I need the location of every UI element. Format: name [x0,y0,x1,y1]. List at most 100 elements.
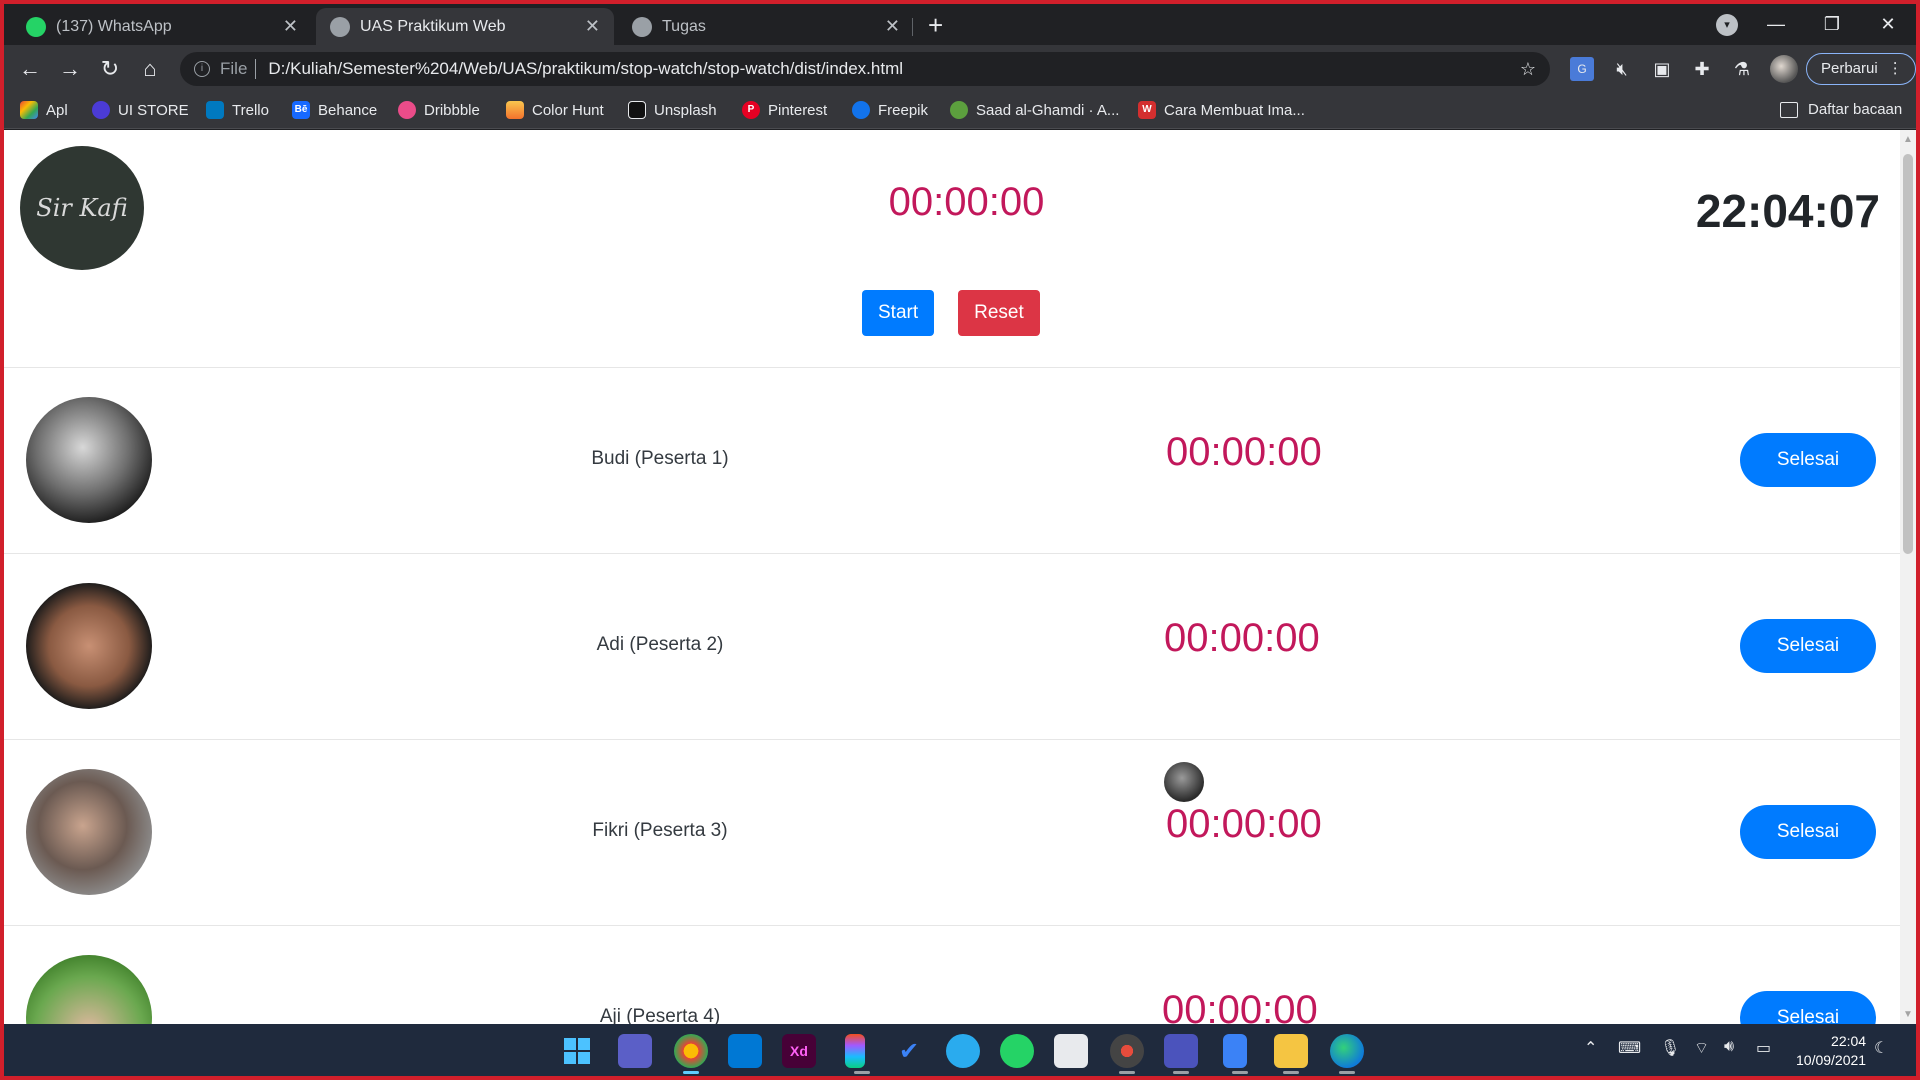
reset-button[interactable]: Reset [958,290,1040,336]
participant-name: Adi (Peserta 2) [596,634,724,655]
start-button[interactable]: Start [862,290,935,336]
close-window-icon[interactable]: ✕ [1860,14,1916,35]
bookmark-label: Color Hunt [532,101,604,119]
globe-icon [330,16,350,37]
back-icon[interactable]: ← [14,53,46,85]
bookmark-freepik[interactable]: Freepik [852,101,928,119]
mute-icon[interactable]: 🔇︎ [1610,57,1634,81]
keyboard-icon[interactable]: ⌨ [1618,1038,1641,1058]
telegram-icon[interactable] [946,1034,980,1068]
start-menu-icon[interactable] [560,1034,594,1068]
bookmark-cara-membuat[interactable]: W Cara Membuat Ima... [1138,101,1305,119]
translate-icon[interactable]: G [1570,57,1594,81]
selesai-button[interactable]: Selesai [1740,619,1876,673]
reading-list-label: Daftar bacaan [1808,101,1903,118]
media-player-icon[interactable] [1110,1034,1144,1074]
bookmark-star-icon[interactable]: ☆ [1520,59,1536,80]
bookmark-saad-al-ghamdi[interactable]: Saad al-Ghamdi · A... [950,101,1119,119]
bookmark-unsplash[interactable]: Unsplash [628,101,717,119]
tab-search-icon[interactable]: ▾ [1716,14,1738,36]
battery-icon[interactable]: ▭ [1756,1038,1771,1058]
tab-whatsapp[interactable]: (137) WhatsApp ✕ [12,8,312,45]
teams-chat-icon[interactable] [618,1034,652,1068]
address-bar[interactable]: i File D:/Kuliah/Semester%204/Web/UAS/pr… [180,52,1550,86]
selesai-button[interactable]: Selesai [1740,991,1876,1024]
whatsapp-icon[interactable] [1000,1034,1034,1068]
minimize-icon[interactable]: — [1748,14,1804,35]
tab-uas-praktikum-web[interactable]: UAS Praktikum Web ✕ [316,8,614,45]
new-tab-button[interactable]: + [928,10,943,40]
chrome-icon[interactable] [674,1034,708,1074]
main-timer-row: 00:00:00 [4,180,1900,225]
url-scheme: File [220,59,248,78]
reading-list-button[interactable]: Daftar bacaan [1780,101,1902,118]
tab-separator [912,18,913,36]
forward-icon[interactable]: → [54,53,86,85]
scrollbar-thumb[interactable] [1903,154,1913,554]
update-button[interactable]: Perbarui ⋮ [1806,53,1916,85]
avatar [26,769,152,895]
running-indicator [1173,1071,1189,1074]
running-indicator [1119,1071,1135,1074]
apps-grid-icon [20,101,38,119]
dribbble-icon [398,101,416,119]
selesai-button[interactable]: Selesai [1740,433,1876,487]
participant-row: Aji (Peserta 4) 00:00:00 Selesai [4,926,1900,1024]
close-icon[interactable]: ✕ [585,16,600,37]
teams-icon[interactable] [1164,1034,1198,1074]
adobe-xd-icon[interactable]: Xd [782,1034,816,1068]
profile-avatar[interactable] [1770,55,1798,83]
home-icon[interactable]: ⌂ [134,53,166,85]
wifi-icon[interactable]: ⌔ [1694,1038,1709,1058]
bookmark-dribbble[interactable]: Dribbble [398,101,480,119]
avatar [26,397,152,523]
todo-check-icon[interactable]: ✔ [892,1034,926,1068]
page-scrollbar[interactable]: ▲ ▼ [1900,130,1916,1024]
bookmark-trello[interactable]: Trello [206,101,269,119]
bookmark-label: Freepik [878,101,929,119]
reload-icon[interactable]: ↻ [94,53,126,85]
selesai-button[interactable]: Selesai [1740,805,1876,859]
bookmark-ui-store[interactable]: UI STORE [92,101,189,119]
bookmark-label: Apl [46,101,68,119]
current-clock: 22:04:07 [1695,185,1880,237]
bookmark-label: Pinterest [768,101,828,119]
update-label: Perbarui [1821,60,1878,77]
scroll-up-icon[interactable]: ▲ [1903,134,1913,145]
picture-in-picture-icon[interactable]: ▣ [1650,57,1674,81]
volume-icon[interactable]: 🔊︎ [1724,1038,1734,1056]
labs-flask-icon[interactable]: ⚗ [1730,57,1754,81]
tab-strip: (137) WhatsApp ✕ UAS Praktikum Web ✕ Tug… [4,4,1916,45]
url-text[interactable]: D:/Kuliah/Semester%204/Web/UAS/praktikum… [268,59,903,79]
bookmark-behance[interactable]: Bē Behance [292,101,377,119]
bookmarks-bar: Apl UI STORE Trello Bē Behance Dribbble C… [4,93,1916,129]
notification-moon-icon[interactable]: ☾ [1874,1038,1888,1058]
bookmark-apl[interactable]: Apl [20,101,68,119]
bookmark-pinterest[interactable]: P Pinterest [742,101,827,119]
whatsapp-icon [26,16,46,37]
main-timer: 00:00:00 [888,180,1045,224]
bookmark-color-hunt[interactable]: Color Hunt [506,101,604,119]
system-clock[interactable]: 22:04 10/09/2021 [1796,1032,1866,1070]
bookmark-label: UI STORE [118,101,189,119]
vscode-icon[interactable] [728,1034,762,1068]
figma-icon[interactable] [845,1034,870,1074]
tab-tugas[interactable]: Tugas ✕ [618,8,914,45]
color-hunt-icon [506,101,524,119]
close-icon[interactable]: ✕ [885,16,900,37]
extensions-puzzle-icon[interactable]: ✚ [1690,57,1714,81]
info-icon[interactable]: i [194,61,210,77]
scroll-down-icon[interactable]: ▼ [1903,1009,1913,1020]
participant-row: Adi (Peserta 2) 00:00:00 Selesai [4,554,1900,740]
microsoft-store-icon[interactable] [1054,1034,1088,1068]
tray-overflow-icon[interactable]: ⌃ [1584,1038,1597,1058]
edge-icon[interactable] [1330,1034,1364,1074]
restore-icon[interactable]: ❐ [1804,14,1860,35]
globe-icon [632,16,652,37]
close-icon[interactable]: ✕ [283,16,298,37]
ui-store-icon [92,101,110,119]
notepad-icon[interactable] [1223,1034,1248,1074]
file-explorer-icon[interactable] [1274,1034,1308,1074]
pinterest-icon: P [742,101,760,119]
microphone-icon[interactable]: 🎙︎ [1660,1038,1680,1058]
